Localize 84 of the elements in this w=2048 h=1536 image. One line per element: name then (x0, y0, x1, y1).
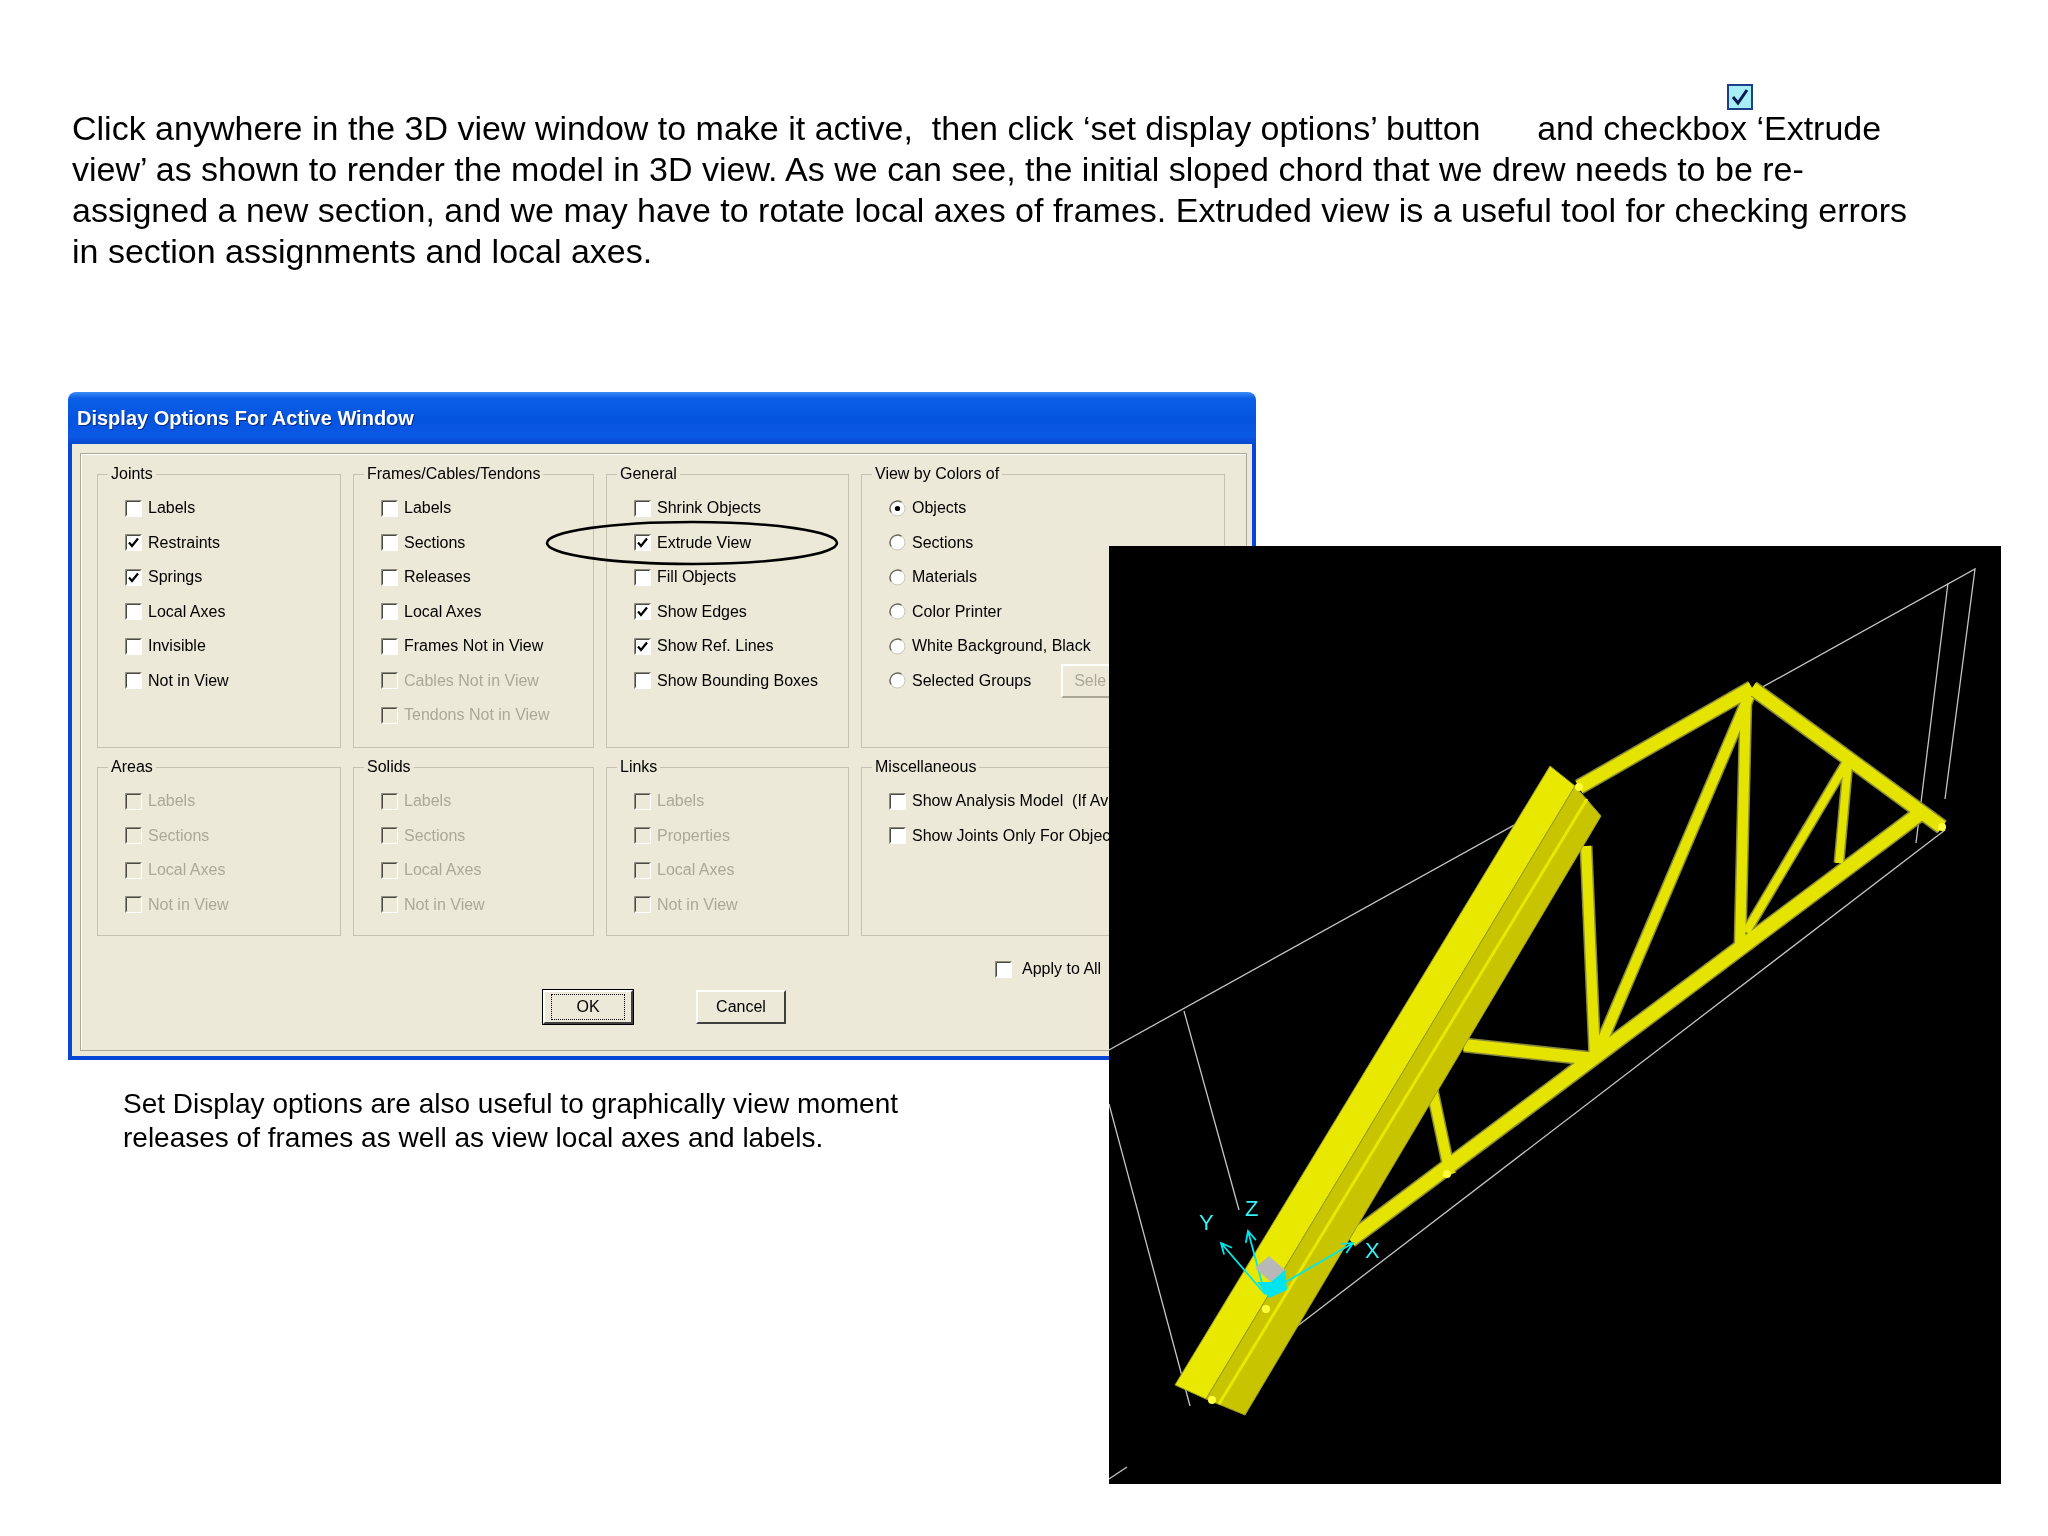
option-label: Color Printer (912, 601, 1002, 622)
option-label: Labels (404, 791, 452, 812)
axis-label: Y (1199, 1210, 1214, 1235)
checkbox[interactable] (125, 534, 142, 552)
caption-paragraph: Set Display options are also useful to graphically view moment releases of frames as well as view local axes and labels. (123, 1087, 900, 1155)
axis-label: Z (1245, 1196, 1259, 1221)
option-label: Labels (657, 791, 705, 812)
option-label: Cables Not in View (404, 670, 539, 691)
group-title: General (619, 465, 678, 483)
cancel-button[interactable]: Cancel (696, 990, 786, 1024)
checkbox[interactable] (125, 672, 142, 690)
option-label: Labels (148, 791, 196, 812)
option-label: Show Edges (657, 601, 747, 622)
group-title: View by Colors of (874, 465, 1001, 483)
checkbox[interactable] (634, 672, 651, 690)
option-label: Show Ref. Lines (657, 636, 774, 657)
ok-button[interactable]: OK (543, 990, 633, 1024)
checkbox[interactable] (634, 534, 651, 552)
option-label: Sections (404, 825, 466, 846)
option-label: Local Axes (404, 860, 482, 881)
instruction-paragraph: Click anywhere in the 3D view window to make it active, then click ‘set display options’ button and checkbox ‘Extrude view’ as shown to render the model in 3D view. As we can see, the initial sloped chord that we drew needs to be re-assigned a new section, and we may have to rotate local axes of frames. Extruded view is a useful tool for checking errors in section assignments and local axes. (72, 108, 1909, 272)
option-label: Not in View (657, 894, 738, 915)
checkbox[interactable] (381, 603, 398, 621)
option-label: Labels (148, 498, 196, 519)
option-label: Apply to All (1022, 959, 1102, 979)
option-label: Objects (912, 498, 967, 519)
option-label: Not in View (148, 894, 229, 915)
checkbox[interactable] (125, 568, 142, 586)
option-label: Releases (404, 567, 471, 588)
option-label: Show Analysis Model (If Av (912, 791, 1109, 812)
option-label: Materials (912, 567, 977, 588)
group-title: Frames/Cables/Tendons (366, 465, 542, 483)
checkbox-icon (1727, 84, 1753, 110)
option-label: Show Joints Only For Objec (912, 825, 1111, 846)
checkbox[interactable] (125, 637, 142, 655)
option-label: Local Axes (148, 860, 226, 881)
checkbox[interactable] (889, 792, 906, 810)
option-label: Sections (912, 532, 974, 553)
axes-icon (1219, 1229, 1355, 1298)
option-label: White Background, Black (912, 636, 1091, 657)
checkbox[interactable] (634, 603, 651, 621)
option-label: Restraints (148, 532, 221, 553)
option-label: Selected Groups (912, 670, 1032, 691)
radio-button[interactable] (889, 637, 906, 655)
checkbox[interactable] (889, 827, 906, 845)
option-label: Sections (148, 825, 210, 846)
radio-button[interactable] (889, 568, 906, 586)
group-title: Miscellaneous (874, 758, 978, 776)
checkbox[interactable] (634, 568, 651, 586)
checkbox[interactable] (381, 534, 398, 552)
option-label: Not in View (404, 894, 485, 915)
checkbox[interactable] (381, 568, 398, 586)
checkbox[interactable] (125, 603, 142, 621)
axis-label: X (1365, 1238, 1380, 1263)
option-label: Fill Objects (657, 567, 737, 588)
option-label: Sections (404, 532, 466, 553)
group-title: Joints (110, 465, 154, 483)
option-label: Local Axes (404, 601, 482, 622)
checkbox[interactable] (634, 499, 651, 517)
group-title: Areas (110, 758, 154, 776)
option-label: Not in View (148, 670, 229, 691)
option-label: Properties (657, 825, 730, 846)
option-label: Invisible (148, 636, 206, 657)
checkbox[interactable] (995, 960, 1012, 978)
option-label: Springs (148, 567, 203, 588)
radio-button[interactable] (889, 672, 906, 690)
radio-button[interactable] (889, 534, 906, 552)
option-label: Tendons Not in View (404, 705, 550, 726)
radio-button[interactable] (889, 499, 906, 517)
checkbox[interactable] (125, 499, 142, 517)
checkbox[interactable] (381, 499, 398, 517)
option-label: Local Axes (148, 601, 226, 622)
option-label: Show Bounding Boxes (657, 670, 818, 691)
group-title: Links (619, 758, 659, 776)
checkbox[interactable] (634, 637, 651, 655)
dialog-title: Display Options For Active Window (77, 406, 414, 430)
option-label: Shrink Objects (657, 498, 762, 519)
option-label: Labels (404, 498, 452, 519)
option-label: Frames Not in View (404, 636, 544, 657)
checkbox[interactable] (381, 637, 398, 655)
option-label: Extrude View (657, 532, 751, 553)
option-label: Local Axes (657, 860, 735, 881)
radio-button[interactable] (889, 603, 906, 621)
group-title: Solids (366, 758, 412, 776)
